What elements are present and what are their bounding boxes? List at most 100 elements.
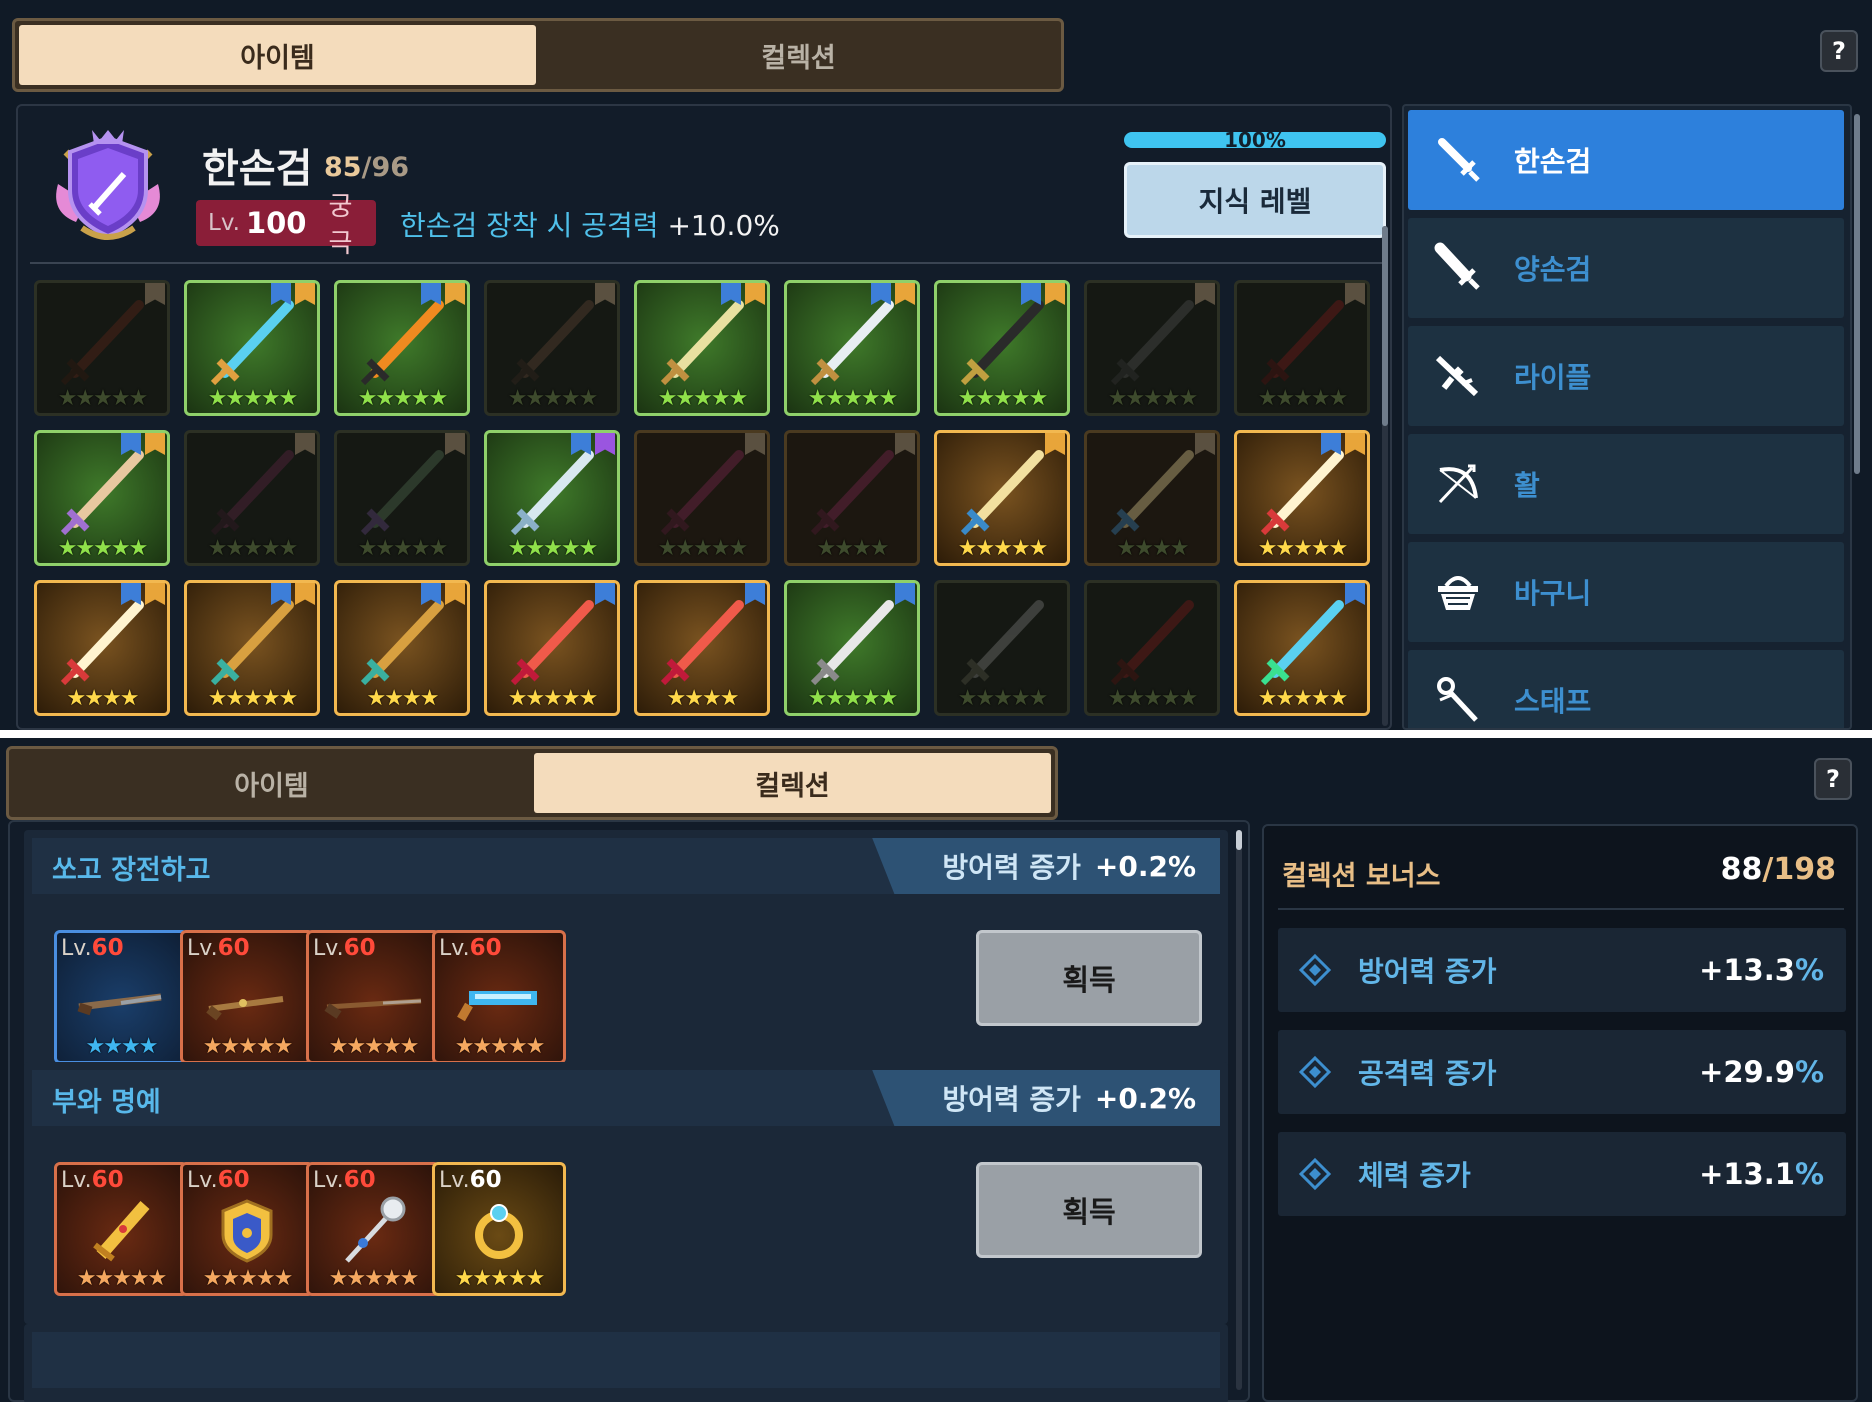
collection-item-slot[interactable]: Lv.60 ★★★★★: [432, 1162, 566, 1296]
diamond-icon: [1298, 1157, 1332, 1191]
weapon-slot[interactable]: ★★★★★: [934, 580, 1070, 716]
rose-blade-icon: [810, 450, 894, 536]
sidebar-item-two-hand-sword[interactable]: 양손검: [1408, 218, 1844, 318]
item-stars: ★★★★★: [207, 386, 299, 411]
sidebar-label: 활: [1514, 469, 1540, 502]
knowledge-level-button[interactable]: 지식 레벨: [1124, 162, 1386, 238]
sidebar-item-one-hand-sword[interactable]: 한손검: [1408, 110, 1844, 210]
weapon-slot[interactable]: ★★★★★: [484, 280, 620, 416]
grid-scrollbar[interactable]: [1382, 226, 1388, 726]
tab-collection[interactable]: 컬렉션: [540, 25, 1057, 85]
weapon-slot[interactable]: ★★★★★: [634, 280, 770, 416]
sidebar-item-basket[interactable]: 바구니: [1408, 542, 1844, 642]
weapon-slot[interactable]: ★★★★★: [484, 580, 620, 716]
weapon-slot[interactable]: ★★★★★: [934, 280, 1070, 416]
tab-collection[interactable]: 컬렉션: [534, 753, 1051, 813]
item-stars: ★★★★★: [1107, 386, 1199, 411]
weapon-slot[interactable]: ★★★★★: [784, 580, 920, 716]
set-title: 부와 명예: [52, 1087, 161, 1118]
weapon-slot[interactable]: ★★★★: [34, 580, 170, 716]
category-header: 한손검 85/96 Lv. 100 궁극 한손검 장착 시 공격력 +10.0% 1…: [30, 114, 1386, 264]
sidebar-item-staff[interactable]: 스태프: [1408, 650, 1844, 728]
weapon-slot[interactable]: ★★★★★: [784, 280, 920, 416]
count-separator: /: [1762, 852, 1774, 887]
item-level-value: 60: [343, 1167, 376, 1193]
set-list-scrollbar-thumb[interactable]: [1236, 830, 1242, 850]
collection-item-slot[interactable]: Lv.60 ★★★★: [54, 930, 188, 1064]
collection-set-card: 쏘고 장전하고 방어력 증가 +0.2% Lv.60 ★★★★ Lv.60 ★★★…: [24, 830, 1228, 1092]
basket-icon: [1438, 576, 1478, 610]
weapon-slot[interactable]: ★★★★★: [184, 430, 320, 566]
weapon-slot[interactable]: ★★★★★: [484, 430, 620, 566]
flintlock-icon: [206, 996, 284, 1021]
sidebar-item-rifle[interactable]: 라이플: [1408, 326, 1844, 426]
item-stars: ★★★★★: [207, 686, 299, 711]
weapon-slot[interactable]: ★★★★: [784, 430, 920, 566]
set-list-scrollbar[interactable]: [1236, 830, 1242, 1390]
tab-items[interactable]: 아이템: [13, 753, 530, 813]
stat-name: 체력 증가: [1358, 1159, 1471, 1192]
collection-item-slot[interactable]: Lv.60 ★★★★★: [54, 1162, 188, 1296]
ice-sword-icon: [210, 300, 294, 386]
item-stars: ★★★★: [85, 1034, 159, 1059]
weapon-slot[interactable]: ★★★★★: [184, 280, 320, 416]
weapon-slot[interactable]: ★★★★: [634, 580, 770, 716]
weapon-slot[interactable]: ★★★★★: [1234, 580, 1370, 716]
item-level-prefix: Lv.: [439, 1168, 470, 1193]
sidebar-label: 라이플: [1514, 361, 1592, 394]
weapon-category-sidebar: 한손검 양손검 라이플 활 바구니 스태프: [1402, 104, 1852, 730]
weapon-slot[interactable]: ★★★★★: [934, 430, 1070, 566]
help-button[interactable]: ?: [1820, 30, 1858, 72]
help-button[interactable]: ?: [1814, 758, 1852, 800]
collection-item-slot[interactable]: Lv.60 ★★★★★: [180, 930, 314, 1064]
acquire-button[interactable]: 획득: [976, 930, 1202, 1026]
sidebar-item-bow[interactable]: 활: [1408, 434, 1844, 534]
tab-items[interactable]: 아이템: [19, 25, 536, 85]
weapon-slot[interactable]: ★★★★★: [1234, 280, 1370, 416]
long-rifle-icon: [324, 998, 422, 1019]
grid-scrollbar-thumb[interactable]: [1382, 226, 1388, 426]
item-level-value: 60: [91, 1167, 124, 1193]
sidebar-scrollbar-thumb[interactable]: [1854, 114, 1860, 474]
weapon-slot[interactable]: ★★★★★: [1234, 430, 1370, 566]
acquire-button[interactable]: 획득: [976, 1162, 1202, 1258]
set-title-bar: 쏘고 장전하고 방어력 증가 +0.2%: [32, 838, 1220, 894]
weapon-slot[interactable]: ★★★★★: [1084, 580, 1220, 716]
item-panel: 아이템 컬렉션 ? 한손검 85/96 Lv.100궁극 한손검 장착 시: [0, 0, 1872, 730]
collection-bonus-panel: 컬렉션 보너스 88/198 방어력 증가 +13.3% 공격력 증가 +29.…: [1262, 824, 1858, 1402]
weapon-slot[interactable]: ★★★★★: [334, 280, 470, 416]
set-bonus-value: +0.2%: [1094, 1081, 1196, 1115]
collection-item-slot[interactable]: Lv.60 ★★★★★: [306, 930, 440, 1064]
item-stars: ★★★★: [366, 686, 440, 711]
weapon-slot[interactable]: ★★★★★: [34, 430, 170, 566]
one-hand-sword-icon: [1438, 138, 1480, 182]
collection-total: 198: [1773, 852, 1836, 887]
item-level-value: 60: [469, 935, 502, 961]
weapon-slot[interactable]: ★★★★★: [634, 430, 770, 566]
weapon-slot[interactable]: ★★★★: [1084, 430, 1220, 566]
diamond-icon: [1298, 953, 1332, 987]
item-level-prefix: Lv.: [187, 936, 218, 961]
weapon-slot[interactable]: ★★★★★: [184, 580, 320, 716]
collection-item-slot[interactable]: Lv.60 ★★★★★: [432, 930, 566, 1064]
sidebar-scrollbar[interactable]: [1854, 114, 1860, 474]
item-level: Lv.60: [187, 935, 250, 961]
dark-sword-icon: [60, 300, 144, 386]
item-stars: ★★★★★: [328, 1034, 420, 1059]
weapon-slot[interactable]: ★★★★★: [34, 280, 170, 416]
stat-row-attack: 공격력 증가 +29.9%: [1278, 1030, 1846, 1114]
item-stars: ★★★★★: [357, 386, 449, 411]
category-title: 한손검: [202, 146, 313, 192]
weapon-slot[interactable]: ★★★★★: [1084, 280, 1220, 416]
weapon-slot[interactable]: ★★★★★: [334, 430, 470, 566]
weapon-list-panel: 한손검 85/96 Lv. 100 궁극 한손검 장착 시 공격력 +10.0% 1…: [16, 104, 1392, 730]
item-level-value: 60: [217, 935, 250, 961]
weapon-slot[interactable]: ★★★★: [334, 580, 470, 716]
golden-sword-icon: [93, 1201, 150, 1262]
holy-sword-icon: [960, 450, 1044, 536]
collection-item-slot[interactable]: Lv.60 ★★★★★: [306, 1162, 440, 1296]
jade-rapier-icon: [360, 600, 444, 686]
equip-bonus-value: +10.0%: [667, 209, 780, 242]
collection-item-slot[interactable]: Lv.60 ★★★★★: [180, 1162, 314, 1296]
collection-panel: 아이템 컬렉션 ? 쏘고 장전하고 방어력 증가 +0.2% Lv.60 ★★★★…: [0, 738, 1872, 1402]
